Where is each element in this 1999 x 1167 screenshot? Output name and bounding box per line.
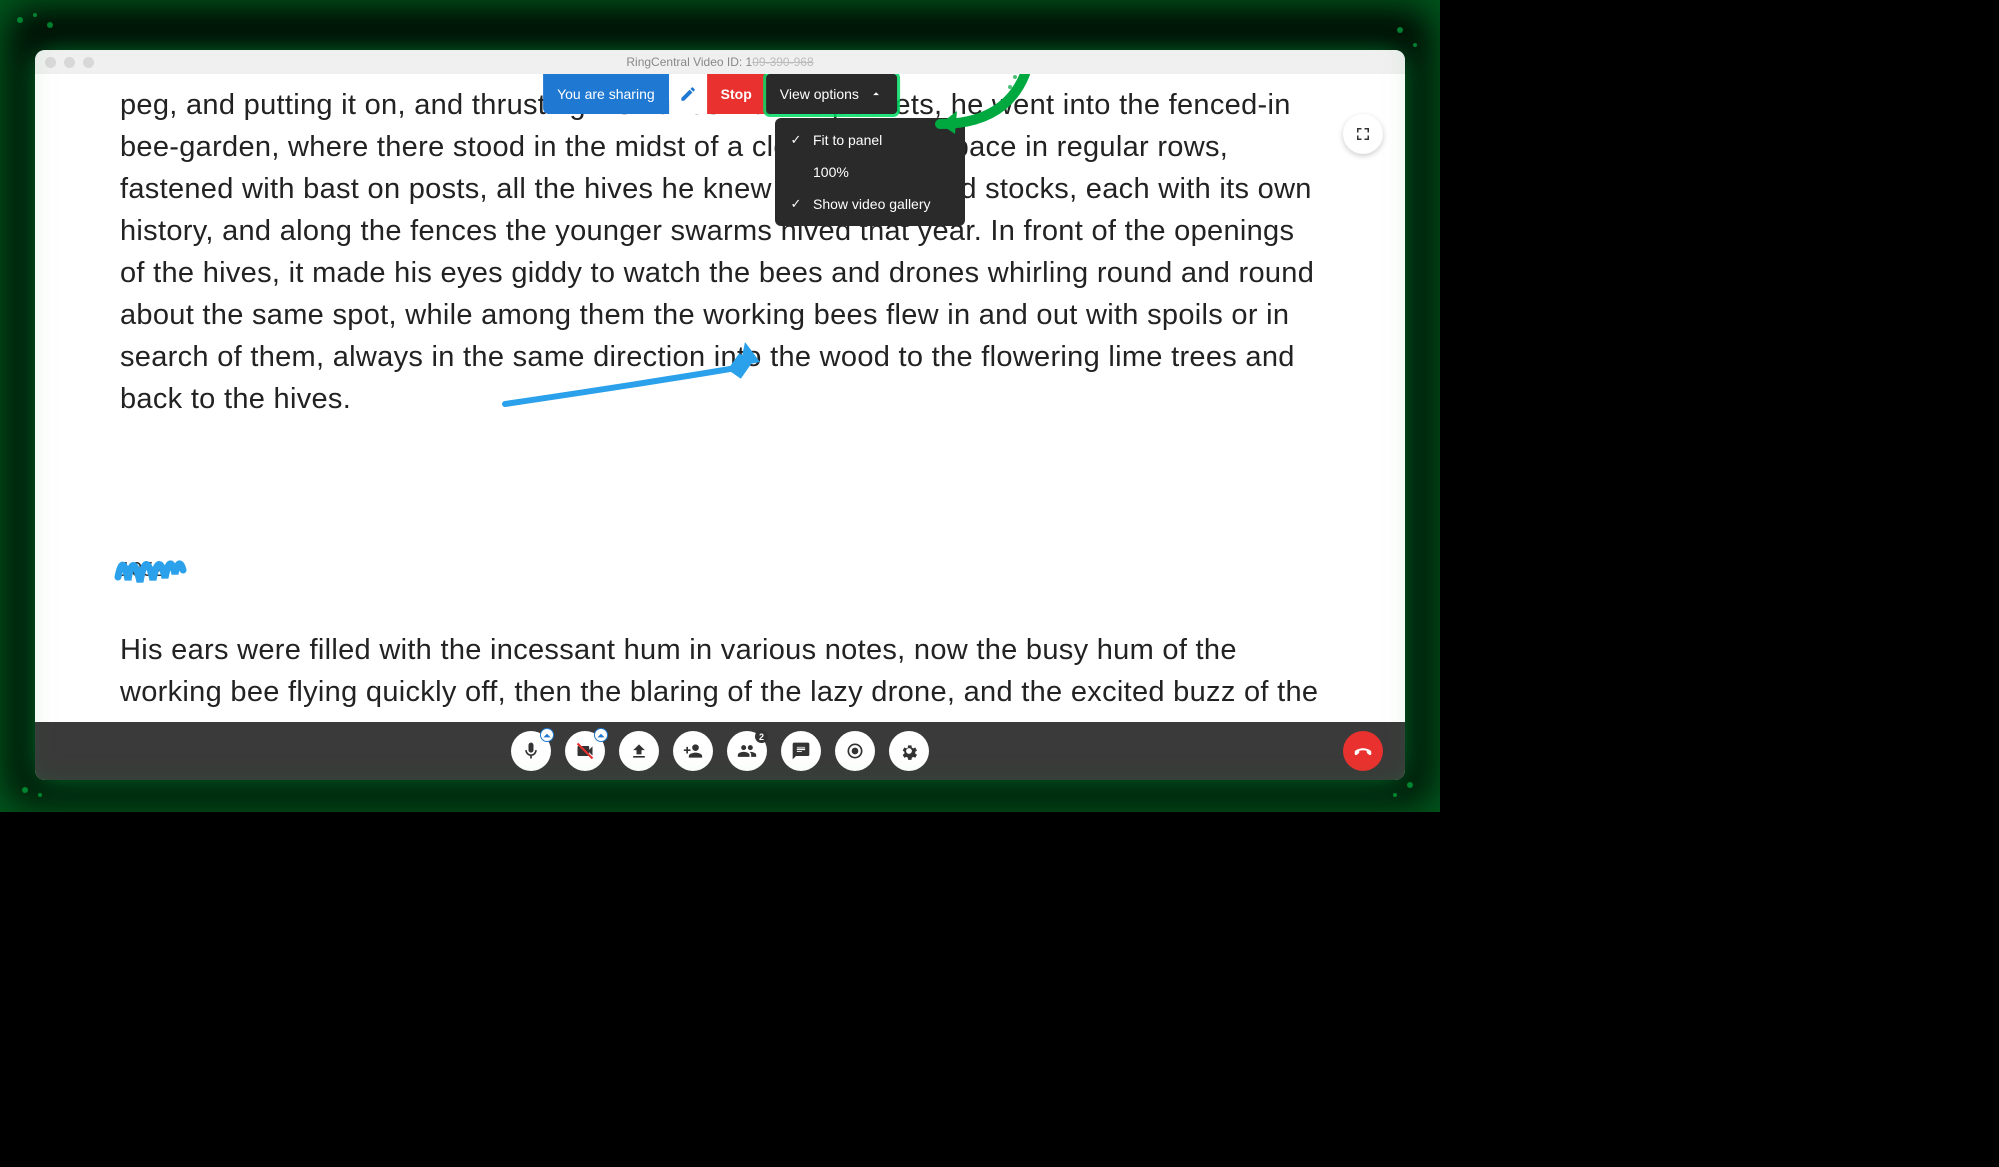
sharing-label: You are sharing — [557, 86, 655, 102]
paragraph: peg, and putting it on, and thrusting hi… — [120, 84, 1320, 420]
hangup-icon — [1352, 740, 1374, 762]
menu-item-100-percent[interactable]: 100% — [775, 156, 965, 188]
gear-icon — [899, 741, 919, 761]
window-titlebar: RingCentral Video ID: 109-390-968 — [35, 50, 1405, 74]
page-number: 1052 — [120, 559, 165, 582]
fullscreen-button[interactable] — [1343, 114, 1383, 154]
participants-button[interactable]: 2 — [727, 731, 767, 771]
settings-button[interactable] — [889, 731, 929, 771]
check-icon: ✓ — [789, 196, 803, 212]
close-window-button[interactable] — [45, 57, 56, 68]
share-screen-icon — [629, 741, 649, 761]
document-text-2: His ears were filled with the incessant … — [120, 629, 1320, 722]
sharing-toolbar: You are sharing Stop View options — [543, 74, 897, 114]
minimize-window-button[interactable] — [64, 57, 75, 68]
record-icon — [845, 741, 865, 761]
participants-count: 2 — [755, 730, 768, 743]
check-icon: ✓ — [789, 132, 803, 148]
view-options-button[interactable]: View options — [766, 74, 897, 114]
stop-sharing-button[interactable]: Stop — [707, 74, 766, 114]
leave-meeting-button[interactable] — [1343, 731, 1383, 771]
chevron-up-icon — [541, 725, 553, 745]
maximize-window-button[interactable] — [83, 57, 94, 68]
record-button[interactable] — [835, 731, 875, 771]
mic-options-caret[interactable] — [540, 728, 554, 742]
paragraph: His ears were filled with the incessant … — [120, 629, 1320, 722]
chevron-up-icon — [869, 87, 883, 101]
window-title: RingCentral Video ID: 109-390-968 — [626, 55, 813, 69]
window-controls[interactable] — [45, 57, 94, 68]
document-text: peg, and putting it on, and thrusting hi… — [120, 84, 1320, 448]
microphone-icon — [521, 741, 541, 761]
chat-button[interactable] — [781, 731, 821, 771]
annotate-button[interactable] — [669, 74, 707, 114]
view-options-label: View options — [780, 86, 859, 102]
menu-label: 100% — [813, 164, 849, 180]
chevron-up-icon — [595, 725, 607, 745]
shared-content-area: peg, and putting it on, and thrusting hi… — [35, 74, 1405, 722]
video-options-caret[interactable] — [594, 728, 608, 742]
video-button[interactable] — [565, 731, 605, 771]
add-person-icon — [683, 741, 703, 761]
menu-label: Show video gallery — [813, 196, 931, 212]
meeting-toolbar: 2 — [35, 722, 1405, 780]
app-window: RingCentral Video ID: 109-390-968 peg, a… — [35, 50, 1405, 780]
stop-label: Stop — [721, 86, 752, 102]
sharing-status: You are sharing — [543, 74, 669, 114]
expand-icon — [1354, 125, 1372, 143]
menu-item-show-video-gallery[interactable]: ✓ Show video gallery — [775, 188, 965, 220]
chat-icon — [791, 741, 811, 761]
menu-item-fit-to-panel[interactable]: ✓ Fit to panel — [775, 124, 965, 156]
mute-button[interactable] — [511, 731, 551, 771]
invite-button[interactable] — [673, 731, 713, 771]
pencil-icon — [679, 85, 697, 103]
video-off-icon — [575, 741, 595, 761]
people-icon — [737, 741, 757, 761]
menu-label: Fit to panel — [813, 132, 882, 148]
share-button[interactable] — [619, 731, 659, 771]
view-options-dropdown: ✓ Fit to panel 100% ✓ Show video gallery — [775, 118, 965, 226]
